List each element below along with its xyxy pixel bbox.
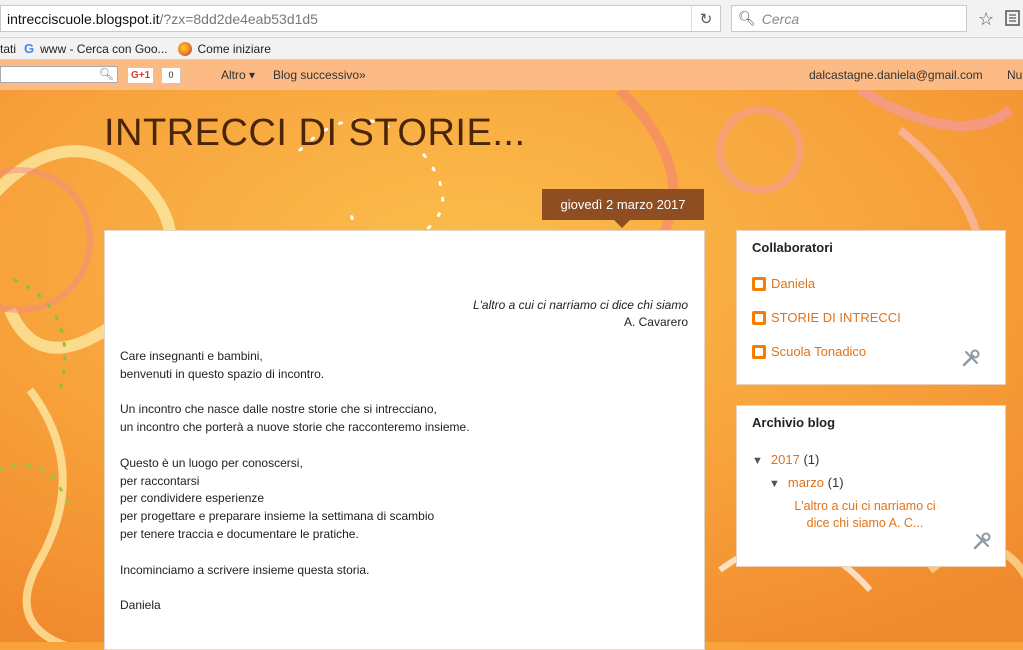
archive-post-link[interactable]: L'altro a cui ci narriamo ci dice chi si… — [785, 498, 945, 532]
google-icon: G — [24, 41, 35, 56]
bookmark-item[interactable]: G www - Cerca con Goo... — [24, 41, 168, 56]
archivio-widget: Archivio blog ▼ 2017 (1) ▼ marzo (1) L'alt… — [736, 405, 1006, 567]
collapse-triangle-icon[interactable]: ▼ — [752, 455, 763, 467]
contributor-link[interactable]: Scuola Tonadico — [752, 344, 866, 359]
bookmark-item[interactable]: Come iniziare — [177, 41, 271, 56]
post-line: per raccontarsi — [120, 473, 200, 488]
bookmarks-toolbar: tati G www - Cerca con Goo... Come inizi… — [0, 38, 1023, 60]
address-bar[interactable]: intrecciscuole.blogspot.it/?zx=8dd2de4ea… — [0, 5, 721, 32]
post-line: Care insegnanti e bambini, — [120, 349, 263, 363]
browser-search-input[interactable]: 🔍︎ Cerca — [731, 5, 967, 32]
post-line: per tenere traccia e documentare le prat… — [120, 526, 359, 541]
post-line: Incominciamo a scrivere insieme questa s… — [120, 562, 370, 577]
widget-title: Archivio blog — [752, 415, 836, 430]
post-text: Care insegnanti e bambini, benvenuti in … — [120, 348, 680, 615]
browser-toolbar: intrecciscuole.blogspot.it/?zx=8dd2de4ea… — [0, 0, 1023, 38]
post-quote: L'altro a cui ci narriamo ci dice chi si… — [473, 297, 688, 331]
bookmarks-menu-icon[interactable] — [1005, 9, 1021, 27]
blog-search-input[interactable]: 🔍︎ — [0, 66, 118, 83]
widget-title: Collaboratori — [752, 240, 833, 255]
post-line: Questo è un luogo per conoscersi, — [120, 455, 303, 470]
post-line: benvenuti in questo spazio di incontro. — [120, 366, 325, 381]
reload-icon[interactable]: ↻ — [691, 6, 720, 31]
url-path: /?zx=8dd2de4eab53d1d5 — [159, 10, 318, 27]
contributor-name: STORIE DI INTRECCI — [771, 310, 901, 325]
gplus-count: 0 — [161, 67, 181, 84]
blogger-icon — [752, 276, 766, 291]
archive-month[interactable]: ▼ marzo (1) — [769, 475, 844, 490]
search-placeholder: Cerca — [761, 10, 800, 27]
contributor-name: Daniela — [771, 276, 816, 291]
archive-month-label: marzo — [787, 475, 825, 490]
blog-title[interactable]: INTRECCI DI STORIE... — [104, 112, 526, 155]
post-signature: Daniela — [120, 598, 161, 613]
edit-widget-icon[interactable] — [972, 531, 992, 551]
altro-menu[interactable]: Altro ▾ — [221, 68, 255, 82]
post-line: per condividere esperienze — [120, 491, 265, 506]
post-line: un incontro che porterà a nuove storie c… — [120, 420, 470, 435]
firefox-icon — [177, 41, 192, 56]
contributor-link[interactable]: STORIE DI INTRECCI — [752, 310, 901, 325]
next-blog-link[interactable]: Blog successivo» — [273, 68, 366, 82]
url-host: intrecciscuole.blogspot.it — [7, 10, 160, 27]
new-post-link[interactable]: Nu — [1007, 68, 1022, 82]
archive-year-count: (1) — [803, 452, 820, 467]
post-line: per progettare e preparare insieme la se… — [120, 509, 435, 524]
collapse-triangle-icon[interactable]: ▼ — [769, 478, 780, 490]
edit-widget-icon[interactable] — [961, 348, 981, 368]
bookmark-label: tati — [0, 41, 17, 56]
bookmark-star-icon[interactable]: ☆ — [978, 9, 994, 30]
post-line: Un incontro che nasce dalle nostre stori… — [120, 402, 437, 417]
blogger-navbar: 🔍︎ G+1 0 Altro ▾ Blog successivo» dalcas… — [0, 60, 1023, 90]
user-email[interactable]: dalcastagne.daniela@gmail.com — [809, 68, 983, 82]
bookmark-label: Come iniziare — [197, 41, 271, 56]
archive-month-count: (1) — [827, 475, 844, 490]
url-text[interactable]: intrecciscuole.blogspot.it/?zx=8dd2de4ea… — [1, 11, 691, 27]
contributor-link[interactable]: Daniela — [752, 276, 815, 291]
collaboratori-widget: Collaboratori Daniela STORIE DI INTRECCI… — [736, 230, 1006, 385]
contributor-name: Scuola Tonadico — [771, 344, 867, 359]
quote-text: L'altro a cui ci narriamo ci dice chi si… — [472, 298, 688, 312]
date-header-arrow — [614, 220, 630, 228]
archive-year-label: 2017 — [770, 452, 800, 467]
post-body: L'altro a cui ci narriamo ci dice chi si… — [104, 230, 705, 650]
quote-author: A. Cavarero — [623, 315, 688, 329]
search-icon[interactable]: 🔍︎ — [99, 67, 114, 81]
date-header: giovedì 2 marzo 2017 — [542, 189, 704, 220]
blogger-icon — [752, 344, 766, 359]
bookmark-label: www - Cerca con Goo... — [40, 41, 168, 56]
gplus-button[interactable]: G+1 — [127, 67, 155, 84]
archive-year[interactable]: ▼ 2017 (1) — [752, 452, 819, 467]
blogger-icon — [752, 310, 766, 325]
search-icon: 🔍︎ — [738, 10, 756, 26]
bookmark-item[interactable]: tati — [0, 42, 16, 56]
